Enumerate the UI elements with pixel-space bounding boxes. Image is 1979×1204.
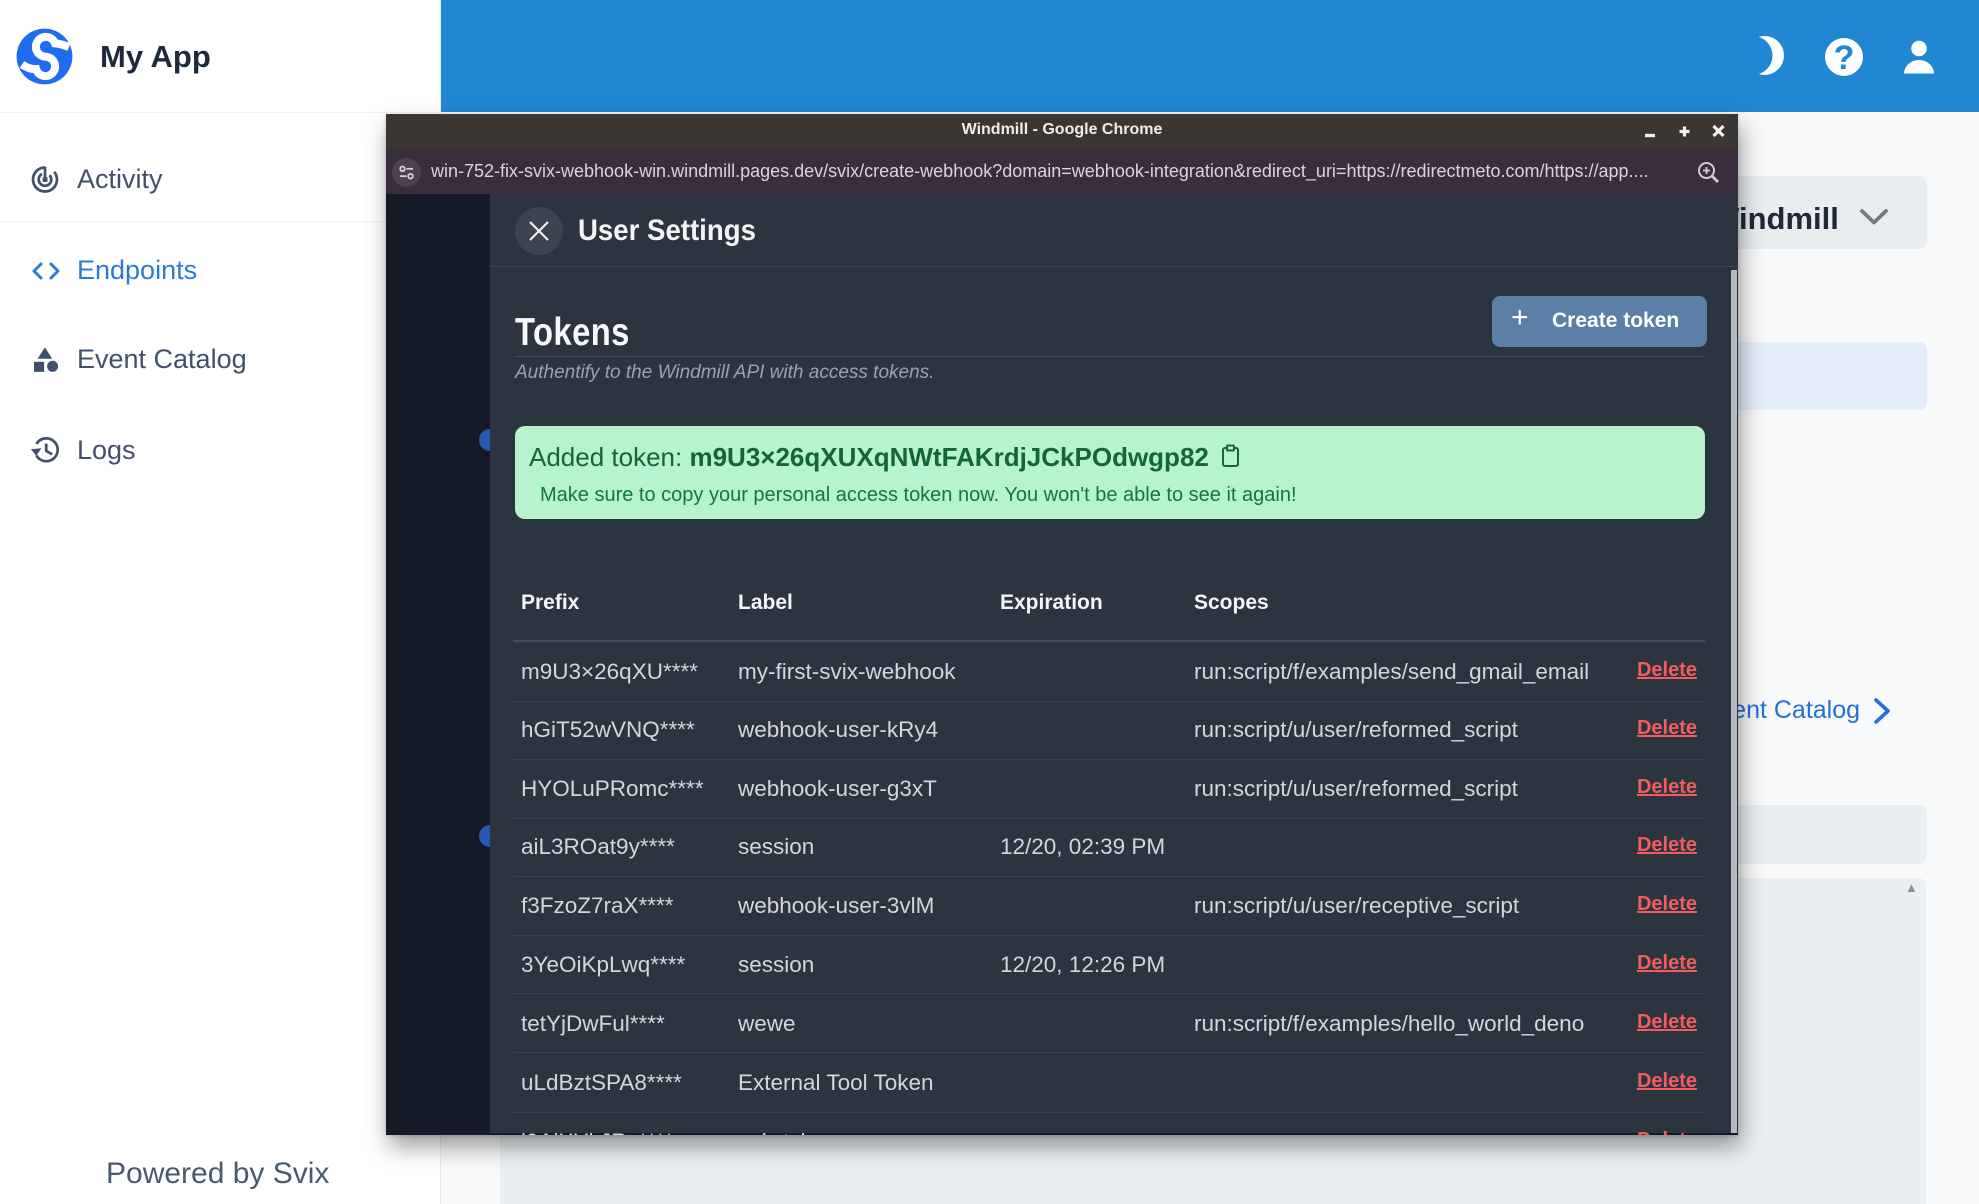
svg-text:?: ? [1834, 39, 1855, 76]
